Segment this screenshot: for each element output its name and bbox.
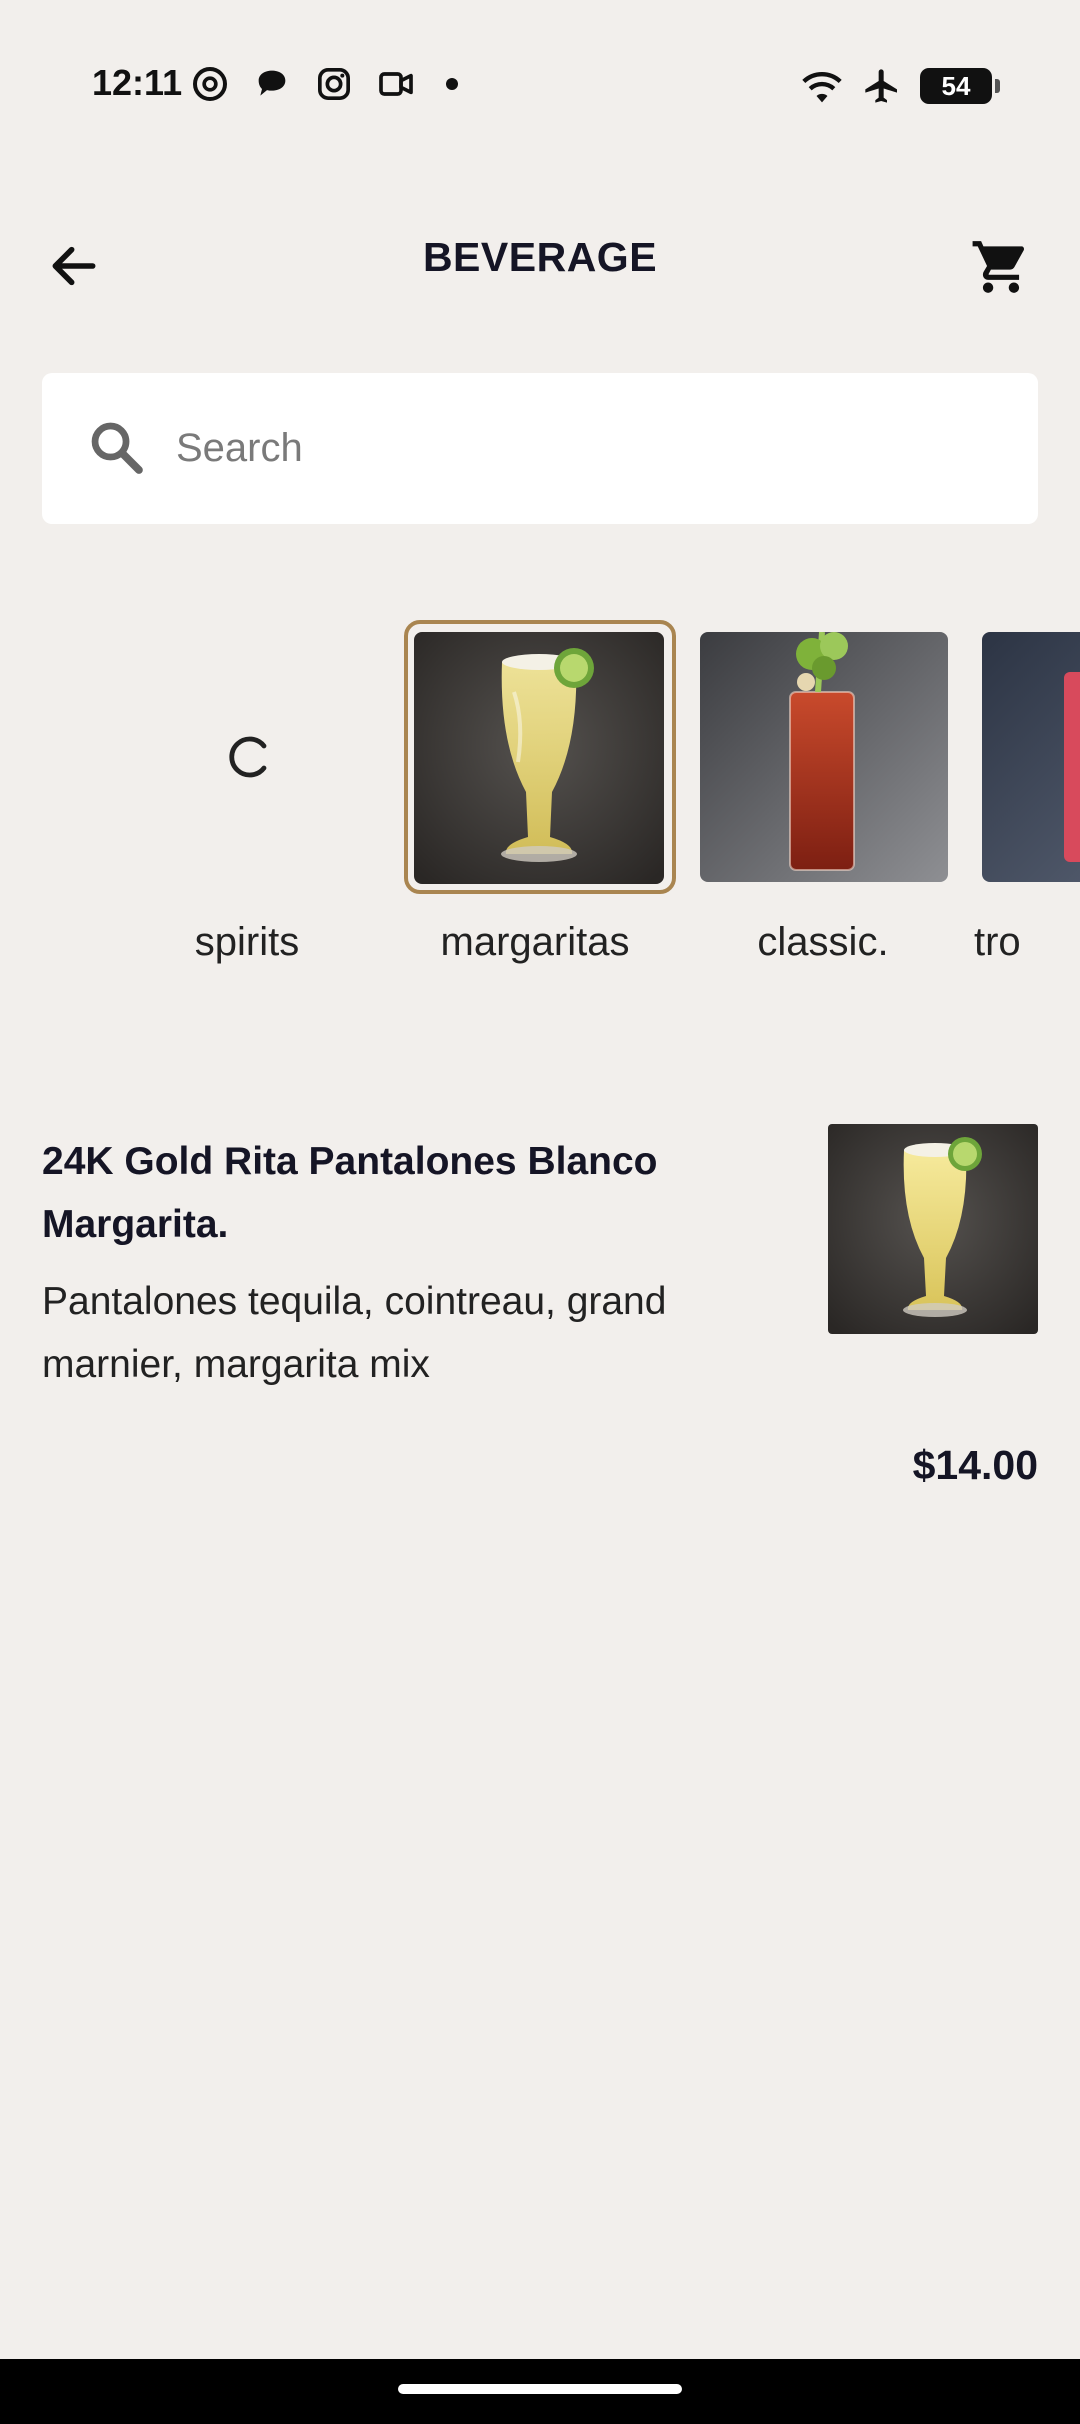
wifi-icon xyxy=(802,72,842,103)
navigation-bar xyxy=(0,2359,1080,2424)
item-price: $14.00 xyxy=(912,1442,1038,1488)
threads-icon xyxy=(193,67,227,101)
margarita-thumbnail xyxy=(414,632,664,884)
category-label: spirits xyxy=(194,920,300,964)
loading-spinner-icon xyxy=(229,736,267,778)
bloody-mary-thumbnail xyxy=(700,632,948,882)
item-photo[interactable] xyxy=(828,1124,1038,1334)
category-label: tz xyxy=(0,920,30,965)
instagram-icon xyxy=(318,68,350,100)
system-icons: 54 xyxy=(800,66,1000,106)
battery-level: 54 xyxy=(941,70,971,101)
home-indicator[interactable] xyxy=(398,2384,682,2394)
status-bar: 12:11 54 xyxy=(0,0,1080,175)
menu-item[interactable]: 24K Gold Rita Pantalones Blanco Margarit… xyxy=(42,1120,1038,1510)
item-description: Pantalones tequila, cointreau, grand mar… xyxy=(42,1280,667,1386)
item-title: 24K Gold Rita Pantalones Blanco Margarit… xyxy=(42,1140,658,1246)
red-cocktail-thumbnail xyxy=(982,632,1080,882)
airplane-icon xyxy=(865,69,897,103)
category-label: classic. xyxy=(757,920,889,964)
category-label: margaritas xyxy=(440,920,630,964)
notification-icons xyxy=(190,64,458,104)
battery-icon: 54 xyxy=(920,68,1000,104)
category-carousel[interactable]: tz spirits margaritas xyxy=(0,618,1080,978)
category-label: tro xyxy=(974,920,1021,964)
search-input[interactable] xyxy=(176,373,996,524)
video-camera-icon xyxy=(379,72,413,96)
cart-icon[interactable] xyxy=(970,236,1032,298)
dot-icon xyxy=(446,78,458,90)
status-time: 12:11 xyxy=(92,62,183,103)
page-title: BEVERAGE xyxy=(422,234,658,280)
search-box[interactable] xyxy=(42,373,1038,524)
chat-bubble-icon xyxy=(258,70,286,96)
search-icon xyxy=(91,422,143,474)
app-bar: BEVERAGE xyxy=(0,222,1080,306)
